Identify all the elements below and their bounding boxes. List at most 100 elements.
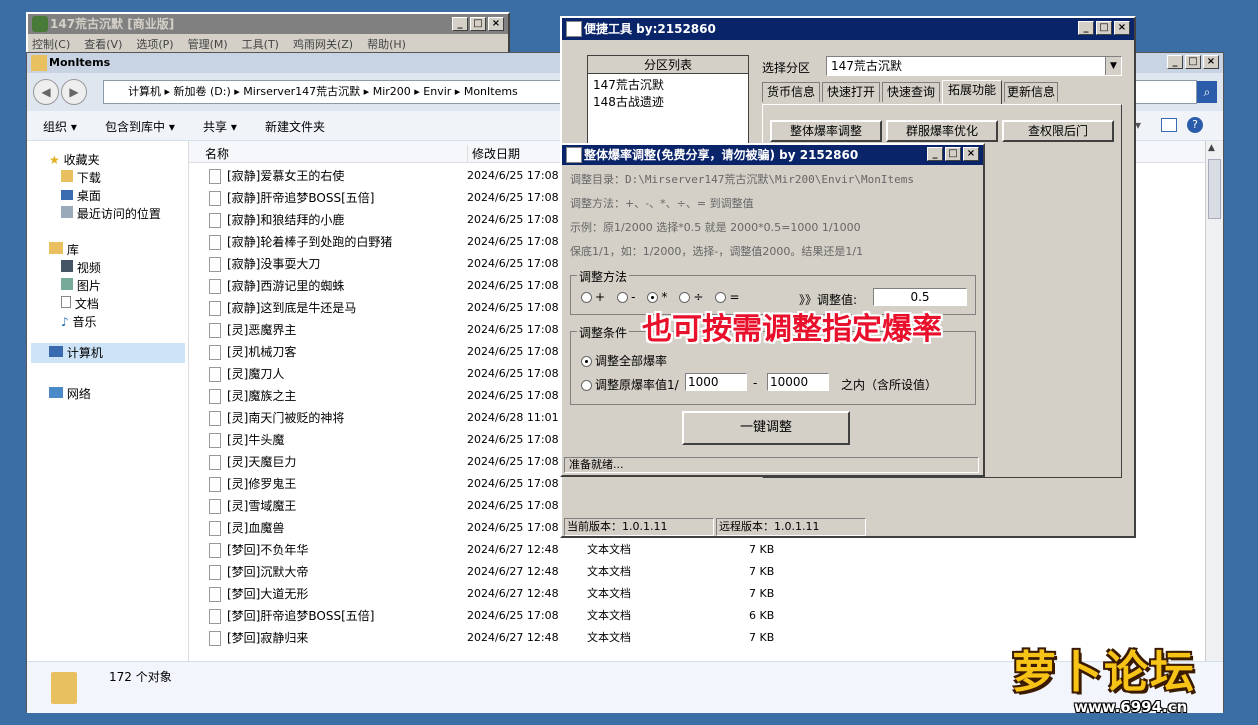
- breadcrumb-mirserver[interactable]: Mirserver147荒古沉默: [243, 85, 360, 98]
- folder-icon: [31, 55, 47, 71]
- close-button[interactable]: ×: [1203, 55, 1219, 69]
- tab-currency[interactable]: 货币信息: [762, 82, 820, 102]
- column-name[interactable]: 名称: [205, 145, 229, 162]
- text-file-icon: [209, 235, 221, 250]
- nav-item-recent[interactable]: 最近访问的位置: [61, 205, 161, 222]
- maximize-button[interactable]: □: [1185, 55, 1201, 69]
- menu-help[interactable]: 帮助(H): [367, 36, 406, 52]
- close-button[interactable]: ×: [1114, 21, 1130, 35]
- nav-item-desktop[interactable]: 桌面: [61, 187, 101, 204]
- nav-item-downloads[interactable]: 下载: [61, 169, 101, 186]
- breadcrumb-computer[interactable]: 计算机: [128, 85, 161, 98]
- group-droprate-optimize-button[interactable]: 群服爆率优化: [886, 120, 998, 142]
- text-file-icon: [209, 169, 221, 184]
- file-name: [寂静]轮着棒子到处跑的白野猪: [227, 235, 393, 249]
- minimize-button[interactable]: _: [1167, 55, 1183, 69]
- file-name: [灵]魔族之主: [227, 389, 297, 403]
- item-count: 172 个对象: [109, 670, 172, 684]
- help-icon[interactable]: ?: [1187, 117, 1203, 133]
- overall-droprate-button[interactable]: 整体爆率调整: [770, 120, 882, 142]
- file-size: 6 KB: [749, 609, 775, 622]
- breadcrumb-mir200[interactable]: Mir200: [373, 85, 411, 98]
- new-folder-button[interactable]: 新建文件夹: [265, 118, 325, 135]
- organize-button[interactable]: 组织 ▾: [43, 118, 77, 135]
- search-input[interactable]: [1135, 80, 1197, 104]
- op-equals-radio[interactable]: =: [715, 290, 740, 304]
- menu-tools[interactable]: 工具(T): [242, 36, 279, 52]
- partition-select[interactable]: 147荒古沉默 ▼: [826, 56, 1122, 76]
- back-button[interactable]: ◀: [33, 79, 59, 105]
- menu-control[interactable]: 控制(C): [32, 36, 70, 52]
- address-breadcrumb[interactable]: 计算机 ▸ 新加卷 (D:) ▸ Mirserver147荒古沉默 ▸ Mir2…: [103, 80, 563, 104]
- column-modified[interactable]: 修改日期: [467, 145, 520, 162]
- file-row[interactable]: [梦回]大道无形 2024/6/27 12:48 文本文档 7 KB: [189, 583, 1205, 605]
- file-row[interactable]: [梦回]沉默大帝 2024/6/27 12:48 文本文档 7 KB: [189, 561, 1205, 583]
- maximize-button[interactable]: □: [470, 17, 486, 31]
- cond-range-radio[interactable]: 调整原爆率值1/: [581, 376, 679, 393]
- nav-libraries[interactable]: 库: [49, 241, 79, 258]
- nav-item-music[interactable]: ♪ 音乐: [61, 313, 97, 330]
- scroll-up-arrow[interactable]: ▲: [1208, 143, 1215, 153]
- menu-manage[interactable]: 管理(M): [188, 36, 228, 52]
- op-multiply-radio[interactable]: *: [647, 290, 667, 304]
- close-button[interactable]: ×: [963, 147, 979, 161]
- file-size: 7 KB: [749, 587, 775, 600]
- breadcrumb-monitems[interactable]: MonItems: [464, 85, 518, 98]
- search-icon[interactable]: ⌕: [1197, 81, 1217, 103]
- minimize-button[interactable]: _: [927, 147, 943, 161]
- breadcrumb-volume[interactable]: 新加卷 (D:): [174, 85, 231, 98]
- one-click-adjust-button[interactable]: 一键调整: [682, 411, 850, 445]
- range-from-input[interactable]: 1000: [685, 373, 747, 391]
- close-button[interactable]: ×: [488, 17, 504, 31]
- forward-button[interactable]: ▶: [61, 79, 87, 105]
- menu-options[interactable]: 选项(P): [136, 36, 173, 52]
- maximize-button[interactable]: □: [945, 147, 961, 161]
- menu-gateway[interactable]: 鸡雨网关(Z): [293, 36, 353, 52]
- file-row[interactable]: [梦回]肝帝追梦BOSS[五倍] 2024/6/25 17:08 文本文档 6 KB: [189, 605, 1205, 627]
- cond-all-radio[interactable]: 调整全部爆率: [581, 352, 667, 369]
- breadcrumb-envir[interactable]: Envir: [423, 85, 451, 98]
- file-name: [梦回]不负年华: [227, 543, 309, 557]
- file-row[interactable]: [梦回]不负年华 2024/6/27 12:48 文本文档 7 KB: [189, 539, 1205, 561]
- folder-large-icon: [51, 672, 77, 704]
- tab-updates[interactable]: 更新信息: [1004, 82, 1058, 102]
- menu-view[interactable]: 查看(V): [84, 36, 122, 52]
- tab-quick-query[interactable]: 快速查询: [882, 82, 940, 102]
- text-file-icon: [209, 279, 221, 294]
- scroll-thumb[interactable]: [1208, 159, 1221, 219]
- file-name: [灵]牛头魔: [227, 433, 285, 447]
- op-plus-radio[interactable]: +: [581, 290, 605, 304]
- nav-favorites[interactable]: ★ 收藏夹: [49, 151, 100, 168]
- nav-item-pictures[interactable]: 图片: [61, 277, 101, 294]
- minimize-button[interactable]: _: [1078, 21, 1094, 35]
- partition-item[interactable]: 147荒古沉默: [588, 74, 748, 93]
- preview-pane-icon[interactable]: [1161, 118, 1177, 132]
- dialog-info: 调整目录：D:\Mirserver147荒古沉默\Mir200\Envir\Mo…: [570, 171, 914, 267]
- file-date: 2024/6/25 17:08: [467, 521, 559, 534]
- nav-network[interactable]: 网络: [49, 385, 91, 402]
- nav-item-documents[interactable]: 文档: [61, 295, 99, 312]
- text-file-icon: [209, 345, 221, 360]
- nav-network-label: 网络: [66, 387, 91, 401]
- op-divide-label: ÷: [693, 290, 704, 304]
- tab-quick-open[interactable]: 快速打开: [822, 82, 880, 102]
- op-minus-radio[interactable]: -: [617, 290, 635, 304]
- maximize-button[interactable]: □: [1096, 21, 1112, 35]
- tab-extensions[interactable]: 拓展功能: [942, 80, 1002, 104]
- minimize-button[interactable]: _: [452, 17, 468, 31]
- vertical-scrollbar[interactable]: ▲: [1205, 141, 1223, 661]
- include-library-button[interactable]: 包含到库中 ▾: [105, 118, 175, 135]
- partition-item[interactable]: 148古战遗迹: [588, 93, 748, 110]
- chevron-down-icon[interactable]: ▼: [1105, 57, 1121, 75]
- share-button[interactable]: 共享 ▾: [203, 118, 237, 135]
- range-to-input[interactable]: 10000: [767, 373, 829, 391]
- nav-videos-label: 视频: [76, 261, 101, 275]
- nav-item-videos[interactable]: 视频: [61, 259, 101, 276]
- file-name: [灵]南天门被贬的神将: [227, 411, 345, 425]
- op-radios: + - * ÷ =: [581, 290, 740, 304]
- tab-strip: 货币信息 快速打开 快速查询 拓展功能 更新信息: [762, 80, 1122, 104]
- op-divide-radio[interactable]: ÷: [679, 290, 703, 304]
- nav-computer[interactable]: 计算机: [31, 343, 185, 363]
- documents-icon: [61, 296, 71, 308]
- check-backdoor-button[interactable]: 查权限后门: [1002, 120, 1114, 142]
